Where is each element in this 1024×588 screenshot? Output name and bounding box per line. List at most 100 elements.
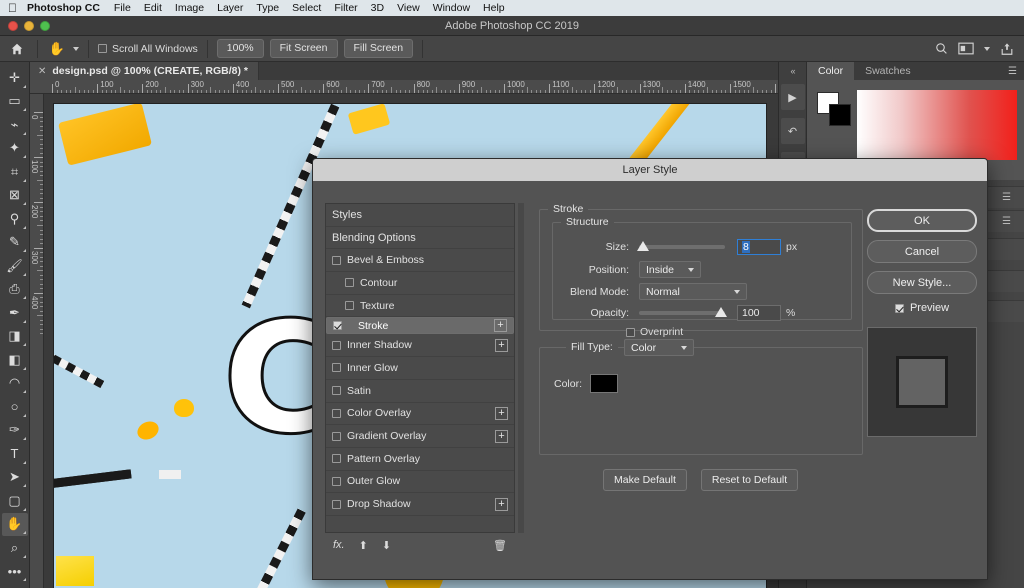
styles-list-item-inner-glow[interactable]: Inner Glow [326,357,514,380]
move-tool[interactable]: ✛ [2,66,28,90]
trash-icon[interactable]: 🗑 [493,539,507,552]
styles-list-item-gradient-overlay[interactable]: Gradient Overlay + [326,425,514,448]
arrow-up-icon[interactable]: ⬆ [359,539,368,552]
fx-icon[interactable]: fx. [333,539,345,551]
size-slider[interactable] [637,241,725,251]
marquee-tool[interactable]: ▭ [2,90,28,114]
history-brush-tool[interactable]: ✒ [2,301,28,325]
make-default-button[interactable]: Make Default [603,469,687,491]
minimize-window-button[interactable] [24,21,34,31]
panel-menu-icon[interactable]: ☰ [1008,66,1024,77]
menu-item-file[interactable]: File [114,2,131,14]
chevron-down-icon-arrange[interactable] [984,46,990,51]
menu-item-edit[interactable]: Edit [144,2,162,14]
menu-item-3d[interactable]: 3D [371,2,384,14]
menu-item-filter[interactable]: Filter [334,2,357,14]
dodge-tool[interactable]: ○ [2,395,28,419]
hand-tool[interactable]: ✋ [1,512,28,536]
opacity-input[interactable]: 100 [737,305,781,321]
menu-item-view[interactable]: View [397,2,420,14]
clone-stamp-tool[interactable]: ⎙ [2,278,28,302]
path-selection-tool[interactable]: ➤ [2,466,28,490]
layers-panel-menu-icon[interactable]: ☰ [1002,192,1019,203]
reset-to-default-button[interactable]: Reset to Default [700,469,799,491]
styles-list-item-inner-shadow[interactable]: Inner Shadow + [326,334,514,358]
fill-screen-button[interactable]: Fill Screen [343,39,414,58]
pen-tool[interactable]: ✑ [2,419,28,443]
menu-item-window[interactable]: Window [433,2,470,14]
effect-enable-checkbox[interactable] [345,278,354,288]
size-slider-thumb[interactable] [637,241,649,251]
effect-enable-checkbox[interactable] [332,476,341,486]
styles-list-item-stroke[interactable]: Stroke + [326,317,514,335]
blur-tool[interactable]: ◠ [2,372,28,396]
gradient-tool[interactable]: ◧ [2,348,28,372]
rectangle-tool[interactable]: ▢ [2,489,28,513]
lasso-tool[interactable]: ⌁ [2,113,28,137]
arrange-documents-icon[interactable] [958,42,974,55]
menu-item-layer[interactable]: Layer [217,2,243,14]
add-effect-instance-button[interactable]: + [495,338,508,352]
arrow-down-icon[interactable]: ⬇ [382,539,391,552]
effect-enable-checkbox[interactable] [332,454,341,464]
crop-tool[interactable]: ⌗ [2,160,28,184]
horizontal-ruler[interactable]: 0 100 200 300 400 500 600 700 800 900 1000 1100 1200… [30,80,778,94]
search-icon[interactable] [935,42,948,55]
menu-app-name[interactable]: Photoshop CC [27,2,100,14]
blend-mode-select[interactable]: Normal [639,283,747,300]
effect-enable-checkbox[interactable] [332,499,341,509]
ok-button[interactable]: OK [867,209,977,232]
tab-swatches[interactable]: Swatches [854,62,922,80]
effect-enable-checkbox[interactable] [345,301,354,311]
brush-tool[interactable]: 🖌 [2,254,28,278]
styles-list[interactable]: Styles Blending Options Bevel & Emboss Cont… [325,203,515,533]
home-icon[interactable] [6,42,28,56]
new-style-button[interactable]: New Style... [867,271,977,294]
close-window-button[interactable] [8,21,18,31]
eyedropper-tool[interactable]: ⚲ [2,207,28,231]
more-tools[interactable]: ••• [2,560,28,584]
zoom-level-button[interactable]: 100% [216,39,264,58]
background-color-swatch[interactable] [829,104,851,126]
share-icon[interactable] [1000,42,1014,56]
frame-tool[interactable]: ⊠ [2,184,28,208]
effect-enable-checkbox[interactable] [332,363,341,373]
styles-list-item-pattern-overlay[interactable]: Pattern Overlay [326,448,514,471]
add-effect-instance-button[interactable]: + [495,406,508,420]
styles-list-item-bevel-emboss[interactable]: Bevel & Emboss [326,249,514,273]
add-effect-instance-button[interactable]: + [494,319,507,333]
size-input[interactable]: 8 [737,239,781,255]
styles-list-item-outer-glow[interactable]: Outer Glow [326,471,514,494]
styles-list-scrollbar[interactable] [518,203,524,533]
hand-tool-icon[interactable]: ✋ [47,41,67,57]
tab-color[interactable]: Color [807,62,855,80]
effect-enable-checkbox[interactable] [332,340,341,350]
position-select[interactable]: Inside [639,261,701,278]
styles-list-item-texture[interactable]: Texture [326,295,514,318]
effect-enable-checkbox[interactable] [332,408,341,418]
color-ramp[interactable] [857,90,1017,160]
chevron-down-icon[interactable] [73,46,79,51]
preview-checkbox[interactable]: Preview [867,302,977,314]
effect-enable-checkbox[interactable] [332,386,341,396]
styles-list-item-drop-shadow[interactable]: Drop Shadow + [326,493,514,516]
fill-type-select[interactable]: Color [624,339,694,356]
effect-enable-checkbox[interactable] [333,321,342,331]
collapse-panels-icon[interactable]: « [779,62,807,80]
add-effect-instance-button[interactable]: + [495,429,508,443]
opacity-slider-thumb[interactable] [715,307,727,317]
effect-enable-checkbox[interactable] [332,255,341,265]
styles-list-item-blending-options[interactable]: Blending Options [326,227,514,250]
menu-item-select[interactable]: Select [292,2,321,14]
maximize-window-button[interactable] [40,21,50,31]
history-icon[interactable]: ↶ [780,118,805,144]
menu-item-type[interactable]: Type [256,2,279,14]
layers-panel-menu-icon-2[interactable]: ☰ [1002,216,1019,227]
stroke-color-swatch[interactable] [590,374,619,393]
color-swatches[interactable] [817,92,851,126]
apple-icon[interactable]:  [8,2,17,14]
fit-screen-button[interactable]: Fit Screen [269,39,338,58]
type-tool[interactable]: T [2,442,28,466]
quick-selection-tool[interactable]: ✦ [2,137,28,161]
styles-list-item-contour[interactable]: Contour [326,272,514,295]
